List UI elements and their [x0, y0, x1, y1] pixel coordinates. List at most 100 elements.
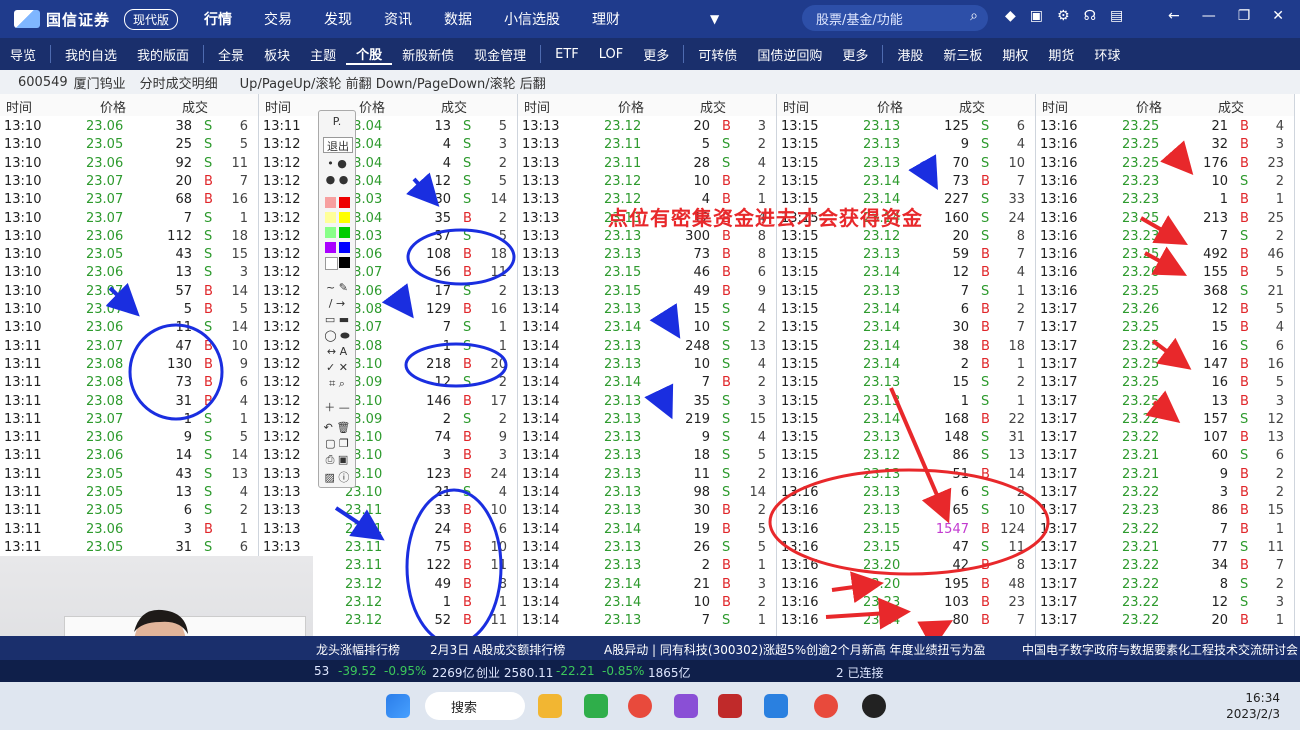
table-row[interactable]: 13:16 23.25 176 B 23 [1036, 155, 1294, 173]
table-row[interactable]: 13:12 23.10 146 B 17 [259, 393, 517, 411]
table-row[interactable]: 13:13 23.11 33 B 10 [259, 502, 517, 520]
table-row[interactable]: 13:14 23.13 18 S 5 [518, 447, 776, 465]
table-row[interactable]: 13:15 23.13 1 S 1 [777, 393, 1035, 411]
table-row[interactable]: 13:17 23.23 86 B 15 [1036, 502, 1294, 520]
table-row[interactable]: 13:11 23.07 47 B 10 [0, 338, 258, 356]
topnav-hangqing[interactable]: 行情 [204, 9, 232, 29]
table-row[interactable]: 13:16 23.25 213 B 25 [1036, 210, 1294, 228]
table-row[interactable]: 13:15 23.14 168 B 22 [777, 411, 1035, 429]
table-row[interactable]: 13:17 23.22 12 S 3 [1036, 594, 1294, 612]
file-copy-icon[interactable]: ▢ ❐ [323, 437, 351, 451]
table-row[interactable]: 13:11 23.04 13 S 5 [259, 118, 517, 136]
chrome-profile-icon[interactable] [814, 694, 838, 718]
browser-edge-icon[interactable] [584, 694, 608, 718]
color-purple-swatch[interactable] [325, 242, 336, 253]
table-row[interactable]: 13:12 23.04 12 S 5 [259, 173, 517, 191]
table-row[interactable]: 13:12 23.04 4 S 2 [259, 155, 517, 173]
table-row[interactable]: 13:17 23.22 34 B 7 [1036, 557, 1294, 575]
menu-bankuai[interactable]: 板块 [254, 45, 300, 64]
table-row[interactable]: 13:17 23.22 3 B 2 [1036, 484, 1294, 502]
menu-quanjing[interactable]: 全景 [208, 45, 254, 64]
table-row[interactable]: 13:17 23.21 77 S 11 [1036, 539, 1294, 557]
ellipse-icon[interactable]: ◯ ⬬ [323, 329, 351, 343]
table-row[interactable]: 13:10 23.07 57 B 14 [0, 283, 258, 301]
search-icon[interactable]: ⌕ [970, 8, 978, 24]
table-row[interactable]: 13:17 23.22 7 B 1 [1036, 521, 1294, 539]
menu-kezhuanzhai[interactable]: 可转债 [688, 45, 747, 64]
table-row[interactable]: 13:17 23.22 8 S 2 [1036, 576, 1294, 594]
table-row[interactable]: 13:17 23.26 12 B 5 [1036, 301, 1294, 319]
recorder-icon[interactable] [862, 694, 886, 718]
table-row[interactable]: 13:14 23.13 10 S 4 [518, 356, 776, 374]
topnav-jiaoyi[interactable]: 交易 [264, 9, 292, 29]
table-row[interactable]: 13:16 23.23 1 B 1 [1036, 191, 1294, 209]
menu-nihuigou[interactable]: 国债逆回购 [747, 45, 832, 64]
table-row[interactable]: 13:16 23.25 368 S 21 [1036, 283, 1294, 301]
table-row[interactable]: 13:11 23.08 130 B 9 [0, 356, 258, 374]
table-row[interactable]: 13:17 23.21 9 B 2 [1036, 466, 1294, 484]
table-row[interactable]: 13:15 23.13 125 S 6 [777, 118, 1035, 136]
table-row[interactable]: 13:17 23.25 147 B 16 [1036, 356, 1294, 374]
table-row[interactable]: 13:12 23.04 4 S 3 [259, 136, 517, 154]
menu-watchlist[interactable]: 我的自选 [55, 45, 127, 64]
table-row[interactable]: 13:16 23.23 7 S 2 [1036, 228, 1294, 246]
table-row[interactable]: 13:15 23.14 30 B 7 [777, 319, 1035, 337]
menu-huanqiu[interactable]: 环球 [1084, 45, 1130, 64]
table-row[interactable]: 13:14 23.13 98 S 14 [518, 484, 776, 502]
table-row[interactable]: 13:11 23.08 31 B 4 [0, 393, 258, 411]
table-row[interactable]: 13:15 23.13 70 S 10 [777, 155, 1035, 173]
table-row[interactable]: 13:14 23.14 21 B 3 [518, 576, 776, 594]
table-row[interactable]: 13:14 23.13 26 S 5 [518, 539, 776, 557]
topnav-shuju[interactable]: 数据 [444, 9, 472, 29]
table-row[interactable]: 13:13 23.12 10 B 2 [518, 173, 776, 191]
table-row[interactable]: 13:15 23.13 9 S 4 [777, 136, 1035, 154]
table-row[interactable]: 13:13 23.15 46 B 6 [518, 264, 776, 282]
table-row[interactable]: 13:16 23.26 155 B 5 [1036, 264, 1294, 282]
table-row[interactable]: 13:12 23.10 74 B 9 [259, 429, 517, 447]
color-black-swatch[interactable] [339, 257, 350, 268]
table-row[interactable]: 13:13 23.13 73 B 8 [518, 246, 776, 264]
table-row[interactable]: 13:14 23.13 11 S 2 [518, 466, 776, 484]
text-icon[interactable]: ↔ A [323, 345, 351, 359]
ticker-news[interactable]: A股异动 | 同有科技(300302)涨超5%创逾2个月新高 年度业绩扭亏为盈 [604, 641, 986, 658]
table-row[interactable]: 13:17 23.25 15 B 4 [1036, 319, 1294, 337]
ticker-mid[interactable]: 2月3日 A股成交额排行榜 [430, 641, 565, 658]
table-row[interactable]: 13:16 23.15 1547 B 124 [777, 521, 1035, 539]
table-row[interactable]: 13:12 23.08 129 B 16 [259, 301, 517, 319]
table-row[interactable]: 13:13 23.11 5 S 2 [518, 136, 776, 154]
table-row[interactable]: 13:10 23.06 112 S 18 [0, 228, 258, 246]
color-red-swatch[interactable] [339, 197, 350, 208]
table-row[interactable]: 13:12 23.03 30 S 14 [259, 191, 517, 209]
system-tray[interactable]: 16:34 2023/2/3 [1226, 690, 1280, 722]
topnav-xuangu[interactable]: 小信选股 [504, 9, 560, 29]
search-input[interactable]: 股票/基金/功能 ⌕ [802, 5, 988, 31]
table-row[interactable]: 13:14 23.13 9 S 4 [518, 429, 776, 447]
menu-qiquan[interactable]: 期权 [992, 45, 1038, 64]
menu-etf[interactable]: ETF [545, 47, 589, 62]
table-row[interactable]: 13:12 23.06 17 S 2 [259, 283, 517, 301]
table-row[interactable]: 13:10 23.07 5 B 5 [0, 301, 258, 319]
table-row[interactable]: 13:14 23.13 2 B 1 [518, 557, 776, 575]
menu-xingu[interactable]: 新股新债 [392, 45, 464, 64]
table-row[interactable]: 13:12 23.09 12 S 2 [259, 374, 517, 392]
table-row[interactable]: 13:12 23.06 108 B 18 [259, 246, 517, 264]
table-row[interactable]: 13:11 23.07 1 S 1 [0, 411, 258, 429]
line-arrow-icon[interactable]: / → [323, 297, 351, 311]
menu-more-1[interactable]: 更多 [633, 45, 679, 64]
topnav-faxian[interactable]: 发现 [324, 9, 352, 29]
menu-daolan[interactable]: 导览 [0, 45, 46, 64]
app-purple-icon[interactable] [674, 694, 698, 718]
table-row[interactable]: 13:11 23.05 43 S 13 [0, 466, 258, 484]
table-row[interactable]: 13:10 23.06 11 S 14 [0, 319, 258, 337]
table-row[interactable]: 13:12 23.07 7 S 1 [259, 319, 517, 337]
toolbox-exit-button[interactable]: 退出 [323, 137, 353, 153]
message-icon[interactable]: ▤ [1110, 8, 1123, 24]
table-row[interactable]: 13:10 23.07 68 B 16 [0, 191, 258, 209]
table-row[interactable]: 13:12 23.07 56 B 11 [259, 264, 517, 282]
version-switch[interactable]: 现代版 [124, 8, 179, 30]
table-row[interactable]: 13:16 23.20 195 B 48 [777, 576, 1035, 594]
app-red-icon[interactable] [718, 694, 742, 718]
table-row[interactable]: 13:13 23.11 24 B 6 [259, 521, 517, 539]
table-row[interactable]: 13:13 23.11 28 S 4 [518, 155, 776, 173]
table-row[interactable]: 13:13 23.10 123 B 24 [259, 466, 517, 484]
